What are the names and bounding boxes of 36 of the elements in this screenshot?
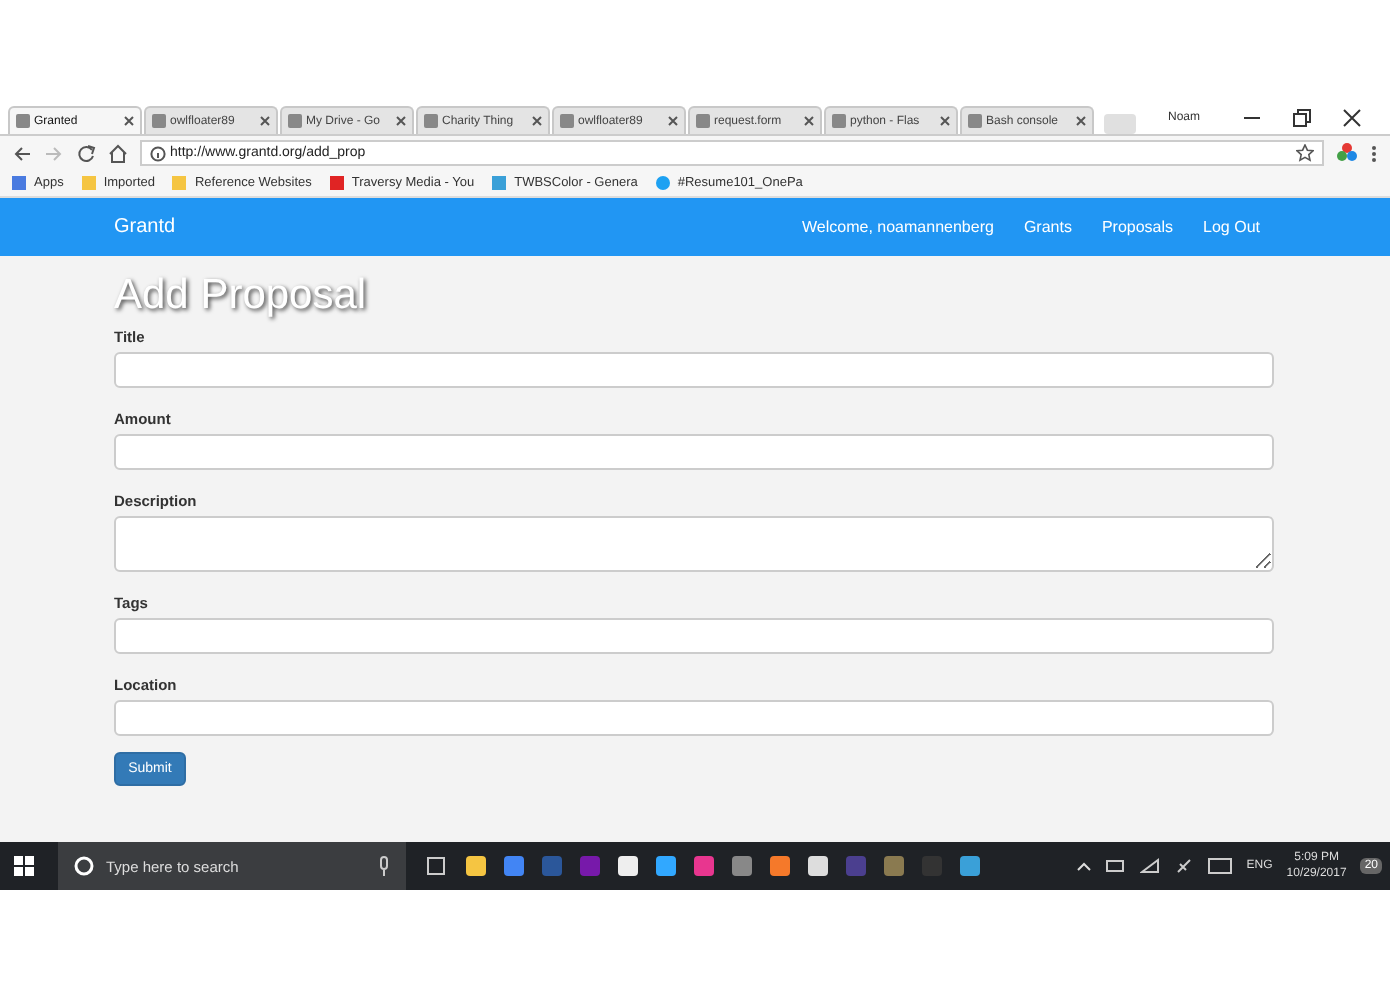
task-view-icon[interactable] (424, 856, 448, 876)
close-icon[interactable] (532, 116, 542, 126)
favicon-icon (152, 114, 166, 128)
extension-icon[interactable] (1336, 142, 1358, 164)
info-icon (150, 145, 166, 161)
input-field[interactable] (114, 700, 1274, 736)
close-icon[interactable] (260, 116, 270, 126)
input-field[interactable] (114, 618, 1274, 654)
star-icon[interactable] (1296, 144, 1314, 162)
keyboard-icon[interactable] (1208, 858, 1233, 874)
favicon-icon (16, 114, 30, 128)
close-icon[interactable] (668, 116, 678, 126)
back-icon[interactable] (12, 143, 32, 163)
input-field[interactable] (114, 352, 1274, 388)
favicon-icon (560, 114, 574, 128)
menu-icon[interactable] (1370, 143, 1378, 163)
restore-icon[interactable] (1292, 107, 1312, 127)
windows-icon[interactable] (14, 856, 34, 876)
page-heading: Add Proposal (114, 272, 370, 320)
chevron-icon[interactable] (1076, 860, 1093, 872)
circle-icon (74, 856, 94, 876)
input-field[interactable] (114, 434, 1274, 470)
close-icon[interactable] (804, 116, 814, 126)
close-icon[interactable] (1076, 116, 1086, 126)
favicon-icon (696, 114, 710, 128)
close-icon[interactable] (396, 116, 406, 126)
favicon-icon (424, 114, 438, 128)
microphone-icon[interactable] (378, 856, 390, 876)
favicon-icon (968, 114, 982, 128)
favicon-icon (832, 114, 846, 128)
close-icon[interactable] (940, 116, 950, 126)
close-icon[interactable] (124, 116, 134, 126)
close-icon[interactable] (1342, 107, 1362, 127)
reload-icon[interactable] (76, 143, 96, 163)
favicon-icon (288, 114, 302, 128)
home-icon[interactable] (108, 143, 128, 163)
